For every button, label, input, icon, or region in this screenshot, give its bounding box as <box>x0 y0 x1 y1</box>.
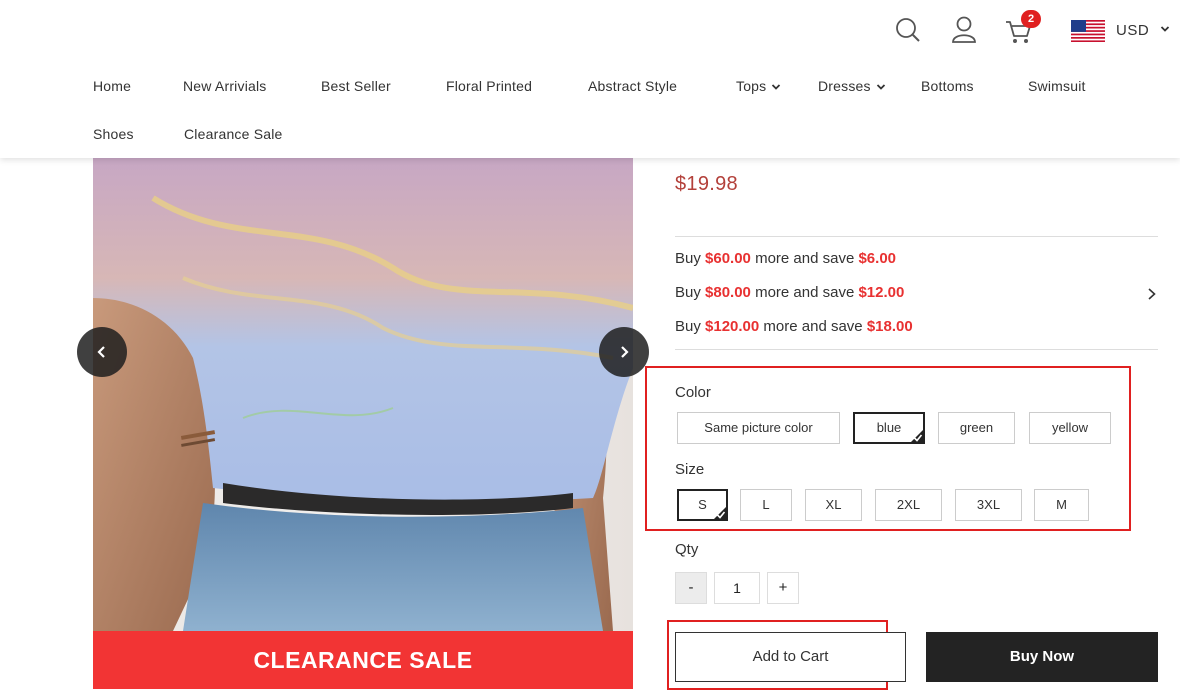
size-option-s[interactable]: S <box>676 488 729 522</box>
nav-tops[interactable]: Tops <box>736 78 781 94</box>
nav-new-arrivials[interactable]: New Arrivials <box>183 78 267 94</box>
nav-home[interactable]: Home <box>93 78 131 94</box>
size-option-m[interactable]: M <box>1033 488 1090 522</box>
promo-middle: more and save <box>750 250 859 267</box>
product-price: $19.98 <box>675 173 738 195</box>
us-flag-icon <box>1071 20 1105 42</box>
size-option-3xl[interactable]: 3XL <box>954 488 1023 522</box>
check-icon <box>713 506 727 520</box>
chevron-right-icon <box>621 346 629 358</box>
qty-increment-button[interactable]: + <box>767 572 799 604</box>
color-option-blue-label: blue <box>876 420 902 435</box>
promo-save: $12.00 <box>858 284 905 301</box>
nav-abstract-style[interactable]: Abstract Style <box>588 78 677 94</box>
promo-middle: more and save <box>759 318 867 335</box>
promo-amount: $120.00 <box>705 318 760 335</box>
chevron-left-icon <box>97 346 105 358</box>
gallery-prev-button[interactable] <box>77 327 127 377</box>
color-option-green[interactable]: green <box>937 411 1016 445</box>
chevron-down-icon <box>1160 26 1170 32</box>
nav-bottoms[interactable]: Bottoms <box>921 78 974 94</box>
color-option-blue[interactable]: blue <box>852 411 926 445</box>
qty-input[interactable] <box>714 572 760 604</box>
promo-prefix: Buy <box>675 250 706 267</box>
nav-clearance-sale[interactable]: Clearance Sale <box>184 126 283 142</box>
add-to-cart-button[interactable]: Add to Cart <box>675 632 906 682</box>
chevron-right-icon[interactable] <box>1146 287 1158 301</box>
qty-decrement-button[interactable]: - <box>675 572 707 604</box>
nav-swimsuit[interactable]: Swimsuit <box>1028 78 1086 94</box>
size-option-s-label: S <box>698 497 707 512</box>
nav-dresses[interactable]: Dresses <box>818 78 886 94</box>
site-header: 2 USD Home New Arrivials Best Seller Flo… <box>0 0 1180 158</box>
promo-line-3: Buy $120.00 more and save $18.00 <box>675 318 913 335</box>
promo-line-2: Buy $80.00 more and save $12.00 <box>675 284 904 301</box>
promo-amount: $80.00 <box>705 284 751 301</box>
qty-label: Qty <box>675 541 699 558</box>
promo-prefix: Buy <box>675 284 706 301</box>
search-icon[interactable] <box>893 14 923 46</box>
promo-middle: more and save <box>750 284 859 301</box>
divider <box>675 236 1158 237</box>
divider <box>675 349 1158 350</box>
currency-label: USD <box>1116 22 1150 39</box>
clearance-sale-banner[interactable]: CLEARANCE SALE <box>93 631 633 689</box>
color-option-same-picture[interactable]: Same picture color <box>676 411 841 445</box>
promo-line-1: Buy $60.00 more and save $6.00 <box>675 250 896 267</box>
cart-count-badge: 2 <box>1021 10 1041 28</box>
user-icon[interactable] <box>949 14 979 46</box>
nav-tops-label: Tops <box>736 78 767 94</box>
size-option-2xl[interactable]: 2XL <box>874 488 943 522</box>
nav-shoes[interactable]: Shoes <box>93 126 134 142</box>
promo-save: $18.00 <box>866 318 913 335</box>
color-option-yellow[interactable]: yellow <box>1028 411 1112 445</box>
currency-selector[interactable]: USD <box>1071 19 1175 43</box>
color-label: Color <box>675 384 711 401</box>
nav-floral-printed[interactable]: Floral Printed <box>446 78 532 94</box>
buy-now-button[interactable]: Buy Now <box>926 632 1158 682</box>
chevron-down-icon <box>876 84 885 91</box>
size-label: Size <box>675 461 705 478</box>
product-image[interactable] <box>93 158 633 631</box>
nav-dresses-label: Dresses <box>818 78 871 94</box>
promo-save: $6.00 <box>858 250 897 267</box>
size-option-l[interactable]: L <box>739 488 793 522</box>
check-icon <box>910 429 924 443</box>
promo-amount: $60.00 <box>705 250 751 267</box>
chevron-down-icon <box>772 84 781 91</box>
size-option-xl[interactable]: XL <box>804 488 863 522</box>
nav-best-seller[interactable]: Best Seller <box>321 78 391 94</box>
promo-prefix: Buy <box>675 318 706 335</box>
gallery-next-button[interactable] <box>599 327 649 377</box>
